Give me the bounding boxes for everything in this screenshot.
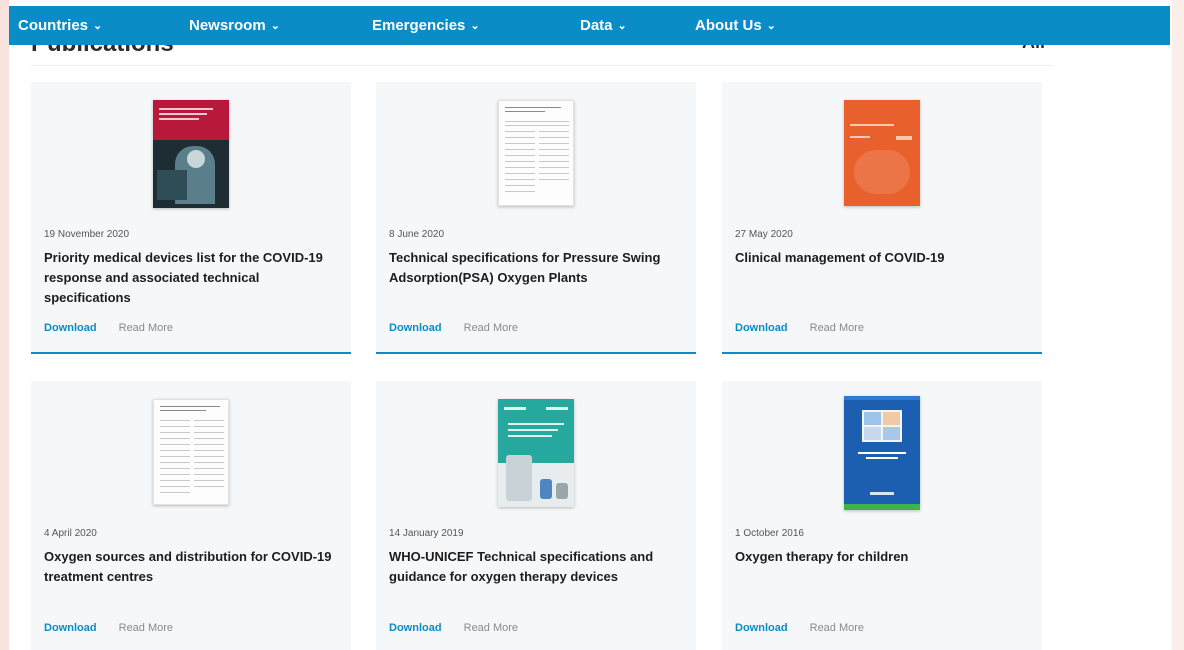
download-link[interactable]: Download [389,622,442,634]
right-margin [1172,0,1184,650]
publication-card[interactable]: 14 January 2019 WHO-UNICEF Technical spe… [376,381,696,650]
publication-cover-image [844,100,920,206]
chevron-down-icon: ⌄ [766,20,776,32]
publication-title[interactable]: WHO-UNICEF Technical specifications and … [389,547,685,587]
download-link[interactable]: Download [735,622,788,634]
read-more-link[interactable]: Read More [464,322,518,334]
nav-item-label: Data [580,17,613,34]
publication-title[interactable]: Oxygen therapy for children [735,547,1031,567]
publication-title[interactable]: Clinical management of COVID-19 [735,248,1031,268]
publication-title[interactable]: Technical specifications for Pressure Sw… [389,248,685,288]
publication-actions: Download Read More [389,322,518,334]
download-link[interactable]: Download [44,322,97,334]
publication-cover-image [498,399,574,507]
left-margin [0,0,9,650]
nav-item-label: Emergencies [372,17,466,34]
chevron-down-icon: ⌄ [270,20,280,32]
read-more-link[interactable]: Read More [119,622,173,634]
chevron-down-icon: ⌄ [617,20,627,32]
publication-card[interactable]: 4 April 2020 Oxygen sources and distribu… [31,381,351,650]
chevron-down-icon: ⌄ [93,20,103,32]
publication-card[interactable]: 19 November 2020 Priority medical device… [31,82,351,354]
publication-cover-image [844,396,920,510]
publication-actions: Download Read More [735,322,864,334]
publication-actions: Download Read More [389,622,518,634]
publication-card[interactable]: 27 May 2020 Clinical management of COVID… [722,82,1042,354]
publication-actions: Download Read More [44,322,173,334]
nav-item-newsroom[interactable]: Newsroom ⌄ [189,6,280,45]
nav-item-label: Countries [18,17,89,34]
read-more-link[interactable]: Read More [810,622,864,634]
download-link[interactable]: Download [735,322,788,334]
publication-card[interactable]: 8 June 2020 Technical specifications for… [376,82,696,354]
publication-cover-image [153,399,229,505]
nav-item-countries[interactable]: Countries ⌄ [18,6,102,45]
publication-card[interactable]: 1 October 2016 Oxygen therapy for childr… [722,381,1042,650]
page-content: Publications All 19 November 2020 Priori… [9,0,1172,650]
read-more-link[interactable]: Read More [810,322,864,334]
nav-item-data[interactable]: Data ⌄ [580,6,627,45]
publication-date: 4 April 2020 [44,528,97,539]
publication-date: 19 November 2020 [44,229,130,240]
publication-title[interactable]: Oxygen sources and distribution for COVI… [44,547,340,587]
publication-date: 27 May 2020 [735,229,793,240]
publication-cover-image [498,100,574,206]
nav-item-emergencies[interactable]: Emergencies ⌄ [372,6,480,45]
publication-title[interactable]: Priority medical devices list for the CO… [44,248,340,308]
download-link[interactable]: Download [389,322,442,334]
read-more-link[interactable]: Read More [119,322,173,334]
nav-item-label: About Us [695,17,762,34]
download-link[interactable]: Download [44,622,97,634]
publication-actions: Download Read More [44,622,173,634]
publication-actions: Download Read More [735,622,864,634]
publication-date: 8 June 2020 [389,229,445,240]
nav-item-label: Newsroom [189,17,266,34]
publication-date: 14 January 2019 [389,528,464,539]
top-navigation: Countries ⌄ Newsroom ⌄ Emergencies ⌄ Data ⌄ … [9,6,1170,45]
nav-item-about-us[interactable]: About Us ⌄ [695,6,776,45]
chevron-down-icon: ⌄ [470,20,480,32]
publication-cover-image [153,100,229,208]
publication-date: 1 October 2016 [735,528,804,539]
read-more-link[interactable]: Read More [464,622,518,634]
